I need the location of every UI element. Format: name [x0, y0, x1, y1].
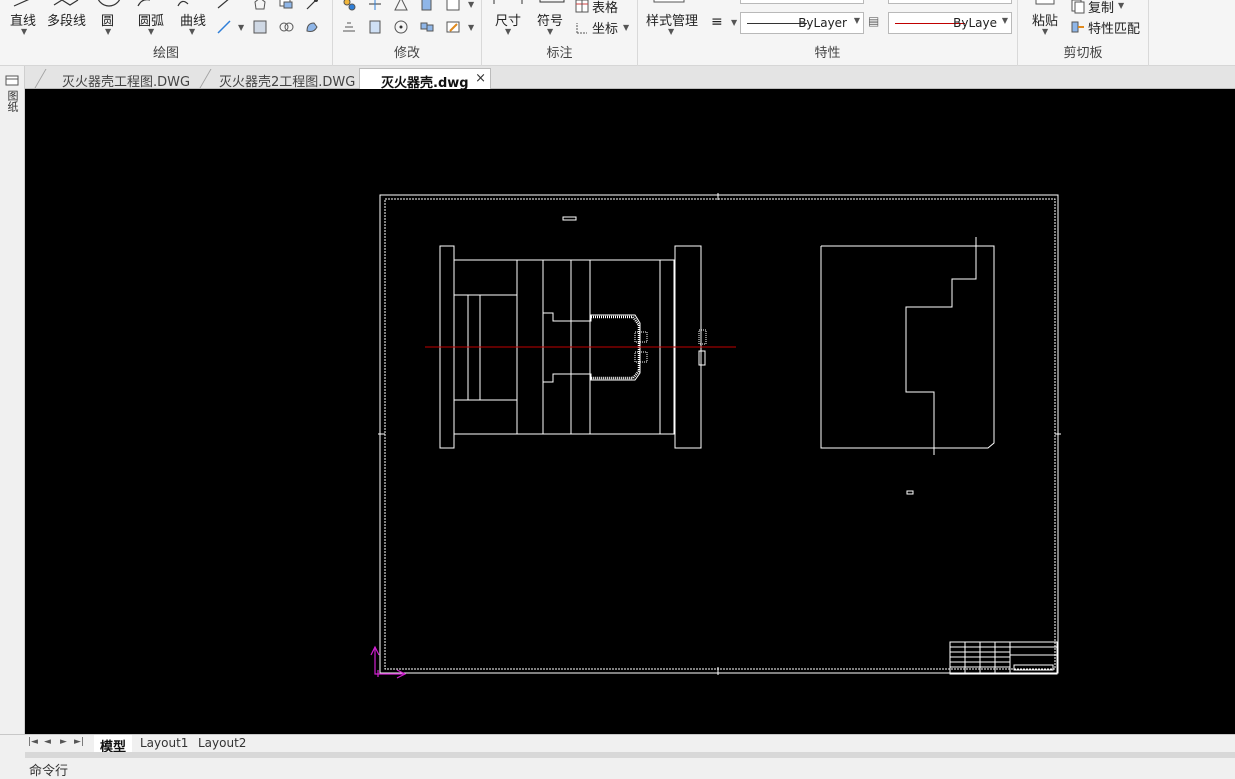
edit-icon[interactable]	[445, 19, 461, 35]
construction-line-icon[interactable]	[216, 19, 232, 35]
point-icon[interactable]	[304, 0, 320, 12]
chevron-down-icon: ▼	[1001, 16, 1008, 25]
modify-panel: ▼ ▼ 修改	[333, 0, 482, 66]
part-profile-view	[820, 237, 995, 455]
array-icon[interactable]	[419, 19, 435, 35]
table-button[interactable]: 表格	[592, 0, 618, 16]
lineweight-icon[interactable]: ▤	[868, 14, 879, 28]
dimension-icon	[493, 0, 523, 4]
line-icon	[13, 0, 29, 7]
sheet-set-icon[interactable]	[5, 75, 19, 87]
tab-separator	[34, 69, 47, 88]
rectangle-icon[interactable]	[445, 0, 461, 12]
draw-panel: 直线 ▼ 多段线 圆 ▼ 圆弧 ▼ 曲线 ▼ ▼ 绘图	[0, 0, 333, 66]
clipboard-panel-title: 剪切板	[1063, 46, 1103, 61]
chevron-down-icon: ▼	[853, 16, 860, 25]
arc-dropdown-caret[interactable]: ▼	[148, 27, 154, 36]
clipboard-panel: 粘贴 ▼ 复制 ▼ 特性匹配 剪切板	[1018, 0, 1149, 66]
wipeout-icon[interactable]	[304, 19, 320, 35]
coordinate-icon	[576, 23, 587, 34]
style-manager-caret[interactable]: ▼	[668, 27, 674, 36]
lineweight-combo[interactable]	[888, 0, 1012, 4]
hatch-icon[interactable]	[252, 19, 268, 35]
small-mark	[906, 490, 914, 495]
stretch-icon[interactable]	[341, 19, 357, 35]
tab-model[interactable]: 模型	[94, 735, 133, 755]
circle-dropdown-caret[interactable]: ▼	[105, 27, 111, 36]
document-tabs-bar: 灭火器壳工程图.DWG 灭火器壳2工程图.DWG 灭火器壳.dwg ×	[0, 66, 1235, 91]
style-manager-icon	[653, 0, 685, 3]
block-icon[interactable]	[278, 0, 294, 12]
symbol-icon	[539, 0, 565, 3]
line-dropdown-caret[interactable]: ▼	[21, 27, 27, 36]
mirror-icon[interactable]	[393, 0, 409, 12]
layer-properties-caret[interactable]: ▼	[731, 18, 737, 27]
layer-properties-icon[interactable]: ≡	[711, 14, 723, 30]
polygon-icon[interactable]	[252, 0, 268, 12]
move-icon[interactable]	[341, 0, 357, 12]
copy-dropdown-caret[interactable]: ▼	[1118, 1, 1124, 10]
ray-icon[interactable]	[216, 0, 232, 12]
polyline-button[interactable]: 多段线	[47, 10, 86, 29]
properties-panel: 样式管理 ▼ ≡ ▼ ByLayer ▼ ▤ ByLaye ▼ 特性	[638, 0, 1018, 66]
table-icon	[575, 0, 589, 13]
coordinate-dropdown-caret[interactable]: ▼	[623, 23, 629, 32]
command-line-label: 命令行	[29, 764, 69, 779]
polyline-icon	[53, 0, 79, 6]
doc-tab-2[interactable]: 灭火器壳2工程图.DWG	[219, 68, 359, 90]
construction-line-caret[interactable]: ▼	[238, 23, 244, 32]
tab-layout2[interactable]: Layout2	[192, 735, 252, 752]
color-combo[interactable]: ByLaye ▼	[888, 12, 1012, 34]
modify-row2-caret[interactable]: ▼	[468, 23, 474, 32]
copy-object-icon[interactable]	[419, 0, 435, 12]
properties-panel-title: 特性	[814, 46, 841, 61]
trim-icon[interactable]	[367, 0, 383, 12]
match-properties-button[interactable]: 特性匹配	[1088, 18, 1140, 37]
close-icon[interactable]: ×	[475, 71, 486, 86]
modify-panel-title: 修改	[393, 46, 420, 61]
doc-tab-active[interactable]: 灭火器壳.dwg ×	[359, 68, 491, 91]
layout-tabs-bar: |◄ ◄ ► ►| 模型 Layout1 Layout2	[0, 734, 1235, 755]
region-icon[interactable]	[278, 19, 294, 35]
symbol-dropdown-caret[interactable]: ▼	[547, 27, 553, 36]
paste-dropdown-caret[interactable]: ▼	[1042, 27, 1048, 36]
tab-separator	[199, 69, 212, 88]
arc-icon	[137, 0, 150, 7]
sheet-set-label[interactable]: 图纸	[6, 90, 19, 112]
paste-icon	[1035, 0, 1055, 5]
ribbon: 直线 ▼ 多段线 圆 ▼ 圆弧 ▼ 曲线 ▼ ▼ 绘图 ▼ ▼ 修改 尺寸 ▼ …	[0, 0, 1235, 66]
curve-icon	[177, 0, 189, 7]
coordinate-button[interactable]: 坐标	[592, 18, 618, 37]
prev-layout-button[interactable]: ◄	[44, 737, 51, 747]
copy-icon	[1071, 0, 1085, 14]
linetype-combo[interactable]: ByLayer ▼	[740, 12, 864, 34]
layer-combo[interactable]	[740, 0, 864, 4]
next-layout-button[interactable]: ►	[60, 737, 67, 747]
scale-icon[interactable]	[367, 19, 383, 35]
command-line[interactable]: 命令行	[0, 758, 1235, 779]
doc-tab-1[interactable]: 灭火器壳工程图.DWG	[62, 68, 197, 90]
first-layout-button[interactable]: |◄	[28, 737, 38, 747]
small-note-box	[562, 216, 577, 221]
left-palette-strip: 图纸	[0, 66, 25, 738]
rotate-icon[interactable]	[393, 19, 409, 35]
drawing-svg	[370, 193, 1061, 679]
tab-layout1[interactable]: Layout1	[134, 735, 194, 752]
annotate-panel-title: 标注	[546, 46, 573, 61]
curve-dropdown-caret[interactable]: ▼	[189, 27, 195, 36]
linetype-value: ByLayer	[798, 16, 847, 30]
match-properties-icon	[1071, 21, 1084, 33]
copy-button[interactable]: 复制	[1088, 0, 1114, 16]
drawing-canvas[interactable]	[25, 89, 1235, 734]
modify-row1-caret[interactable]: ▼	[468, 0, 474, 9]
circle-icon	[97, 0, 121, 7]
last-layout-button[interactable]: ►|	[74, 737, 84, 747]
dimension-dropdown-caret[interactable]: ▼	[505, 27, 511, 36]
draw-panel-title: 绘图	[152, 46, 179, 61]
annotate-panel: 尺寸 ▼ 符号 ▼ 表格 坐标 ▼ 标注	[482, 0, 638, 66]
color-value: ByLaye	[953, 16, 997, 30]
